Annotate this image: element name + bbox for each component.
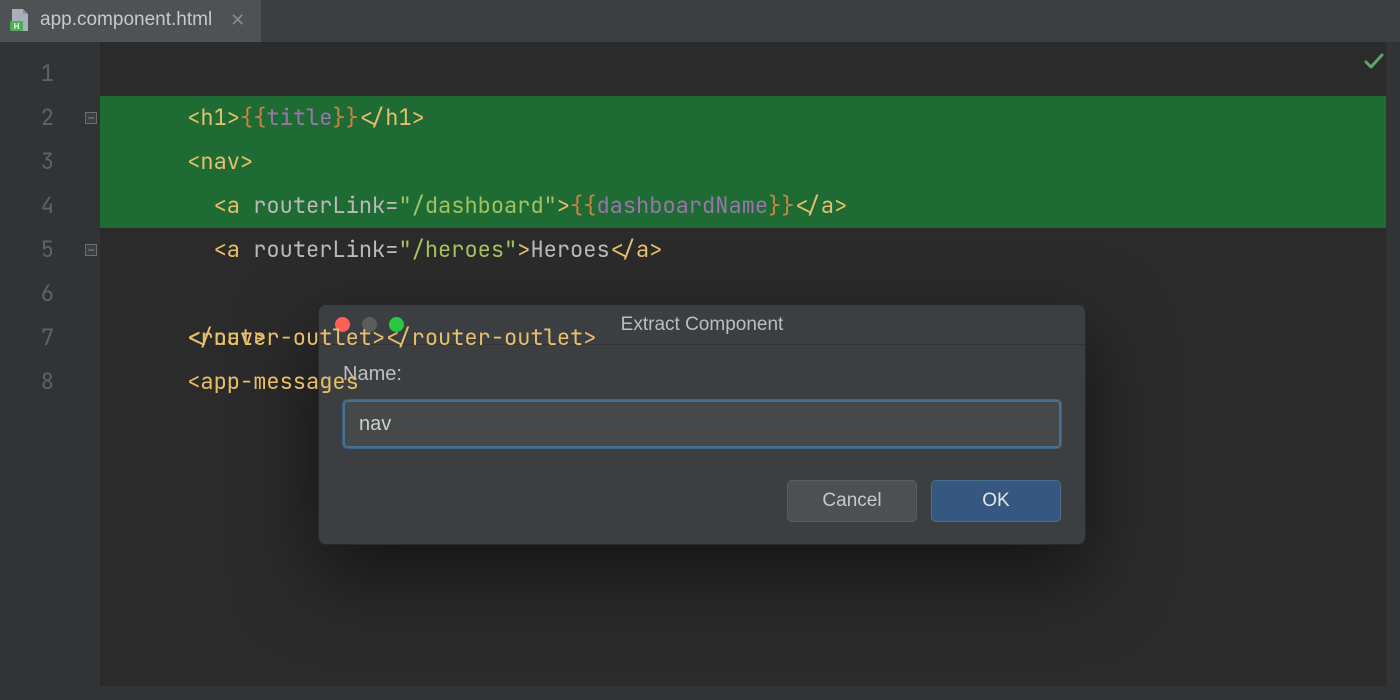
horizontal-scrollbar[interactable] <box>100 686 1386 700</box>
inspection-ok-icon[interactable] <box>1362 50 1386 81</box>
line-number: 7 <box>0 316 54 360</box>
editor-marker-strip[interactable] <box>1386 42 1400 700</box>
cancel-button[interactable]: Cancel <box>787 480 917 522</box>
fold-gutter <box>82 42 100 700</box>
svg-text:H: H <box>14 22 20 31</box>
line-number: 5 <box>0 228 54 272</box>
code-line[interactable]: <h1>{{title}}</h1> <box>100 52 1400 96</box>
tab-filename: app.component.html <box>40 9 212 31</box>
line-number: 1 <box>0 52 54 96</box>
dialog-body: Name: <box>319 345 1085 456</box>
line-number: 3 <box>0 140 54 184</box>
editor-tab-bar: H app.component.html ✕ <box>0 0 1400 42</box>
line-number-gutter: 1 2 3 4 5 6 7 8 <box>0 42 82 700</box>
close-icon[interactable]: ✕ <box>230 11 245 29</box>
line-number: 2 <box>0 96 54 140</box>
fold-toggle-icon[interactable] <box>85 244 97 256</box>
fold-toggle-icon[interactable] <box>85 112 97 124</box>
code-line[interactable]: <a routerLink="/dashboard">{{dashboardNa… <box>100 140 1400 184</box>
html-file-icon: H <box>10 9 30 31</box>
ok-button[interactable]: OK <box>931 480 1061 522</box>
line-number: 4 <box>0 184 54 228</box>
line-number: 6 <box>0 272 54 316</box>
line-number: 8 <box>0 360 54 404</box>
editor-tab[interactable]: H app.component.html ✕ <box>0 0 261 42</box>
component-name-input[interactable] <box>343 400 1061 448</box>
dialog-footer: Cancel OK <box>319 456 1085 544</box>
name-label: Name: <box>343 363 1061 386</box>
